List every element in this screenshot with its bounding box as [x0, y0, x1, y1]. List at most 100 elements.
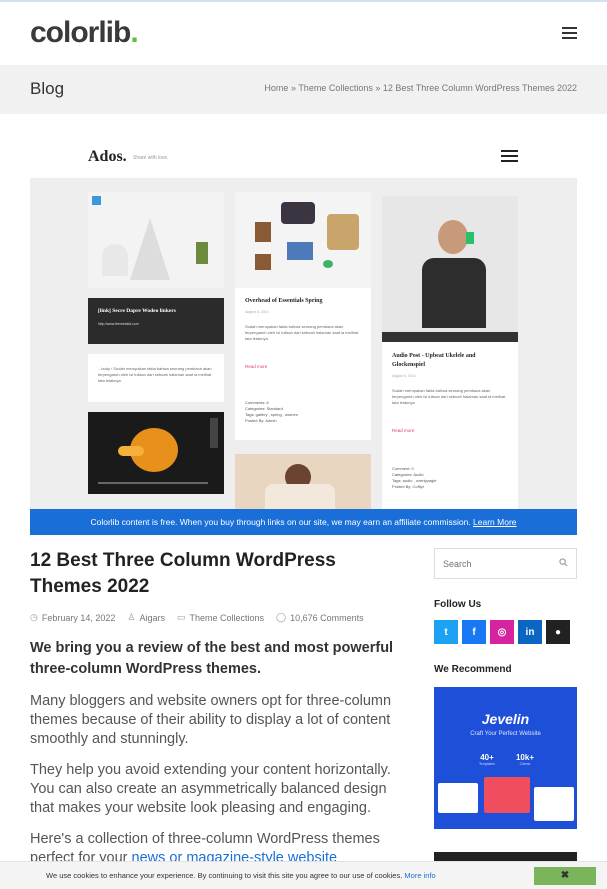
- ad-screenshot: [534, 787, 574, 821]
- page-title: Blog: [30, 79, 65, 98]
- preview-grid: [link] Secre Dapre Wodeo linkers http://…: [30, 178, 577, 509]
- preview-man-head: [438, 220, 468, 254]
- cookie-banner: We use cookies to enhance your experienc…: [0, 861, 607, 889]
- post-author[interactable]: ♙ Aigars: [127, 612, 165, 623]
- more-info-link[interactable]: More info: [404, 871, 435, 880]
- breadcrumb-current: 12 Best Three Column WordPress Themes 20…: [382, 83, 577, 93]
- preview-post2-date: August 6, 2014: [392, 374, 416, 378]
- breadcrumb-separator: »: [375, 83, 381, 93]
- logo-text: colorlib: [30, 16, 131, 49]
- preview-boots: [255, 222, 271, 242]
- article-paragraph-1: Many bloggers and website owners opt for…: [30, 693, 392, 747]
- preview-logo: Ados.: [88, 148, 127, 165]
- preview-bracelet: [323, 260, 333, 268]
- affiliate-disclosure: Colorlib content is free. When you buy t…: [30, 509, 577, 535]
- preview-video-controls: [210, 418, 218, 448]
- preview-splash: [118, 446, 144, 456]
- ad-stat-clients: 10k+ Clients: [515, 753, 535, 766]
- preview-post1-date: August 6, 2014: [245, 310, 269, 314]
- preview-post1-foot: Comments: 6 Categories: Standard Tags: g…: [245, 400, 298, 423]
- preview-quote-card: ...body / Sudah merupakan fakta bahwa se…: [88, 354, 224, 402]
- cookie-close-button[interactable]: ✖: [534, 867, 596, 885]
- search-icon[interactable]: [559, 558, 568, 567]
- post-category[interactable]: ▭ Theme Collections: [177, 612, 264, 623]
- comment-icon: ◯: [276, 612, 287, 622]
- preview-woman-body: [265, 484, 335, 509]
- site-logo[interactable]: colorlib.: [30, 16, 139, 50]
- preview-audio-player: [382, 332, 518, 342]
- preview-boots-2: [255, 254, 271, 270]
- ad-brand: Jevelin: [481, 711, 530, 727]
- post-date: ◷ February 14, 2022: [30, 612, 116, 623]
- preview-badge: [92, 196, 101, 205]
- article-paragraph-2: They help you avoid extending your conte…: [30, 762, 391, 816]
- sidebar: Follow Us t f ◎ in ● We Recommend Jeveli…: [434, 548, 577, 829]
- preview-lamp: [102, 244, 128, 276]
- preview-link-title: [link] Secre Dapre Wodeo linkers: [98, 308, 176, 314]
- preview-basket: [327, 214, 359, 250]
- preview-post1-more: Read more: [245, 364, 268, 369]
- recommend-heading: We Recommend: [434, 664, 512, 675]
- preview-post-card-2: Audio Post - Upbeat Ukelele and Glockens…: [382, 342, 518, 509]
- site-header: colorlib.: [0, 2, 607, 65]
- preview-quote-text: ...body / Sudah merupakan fakta bahwa se…: [98, 366, 212, 383]
- preview-plant: [196, 242, 208, 264]
- preview-letter-image: [88, 192, 224, 288]
- affiliate-text: Colorlib content is free. When you buy t…: [90, 517, 471, 527]
- breadcrumb-home[interactable]: Home: [264, 83, 288, 93]
- recommend-ad[interactable]: Jevelin Craft Your Perfect Website 40+ Te…: [434, 687, 577, 829]
- page-heading-bar: Blog Home » Theme Collections » 12 Best …: [0, 65, 607, 114]
- preview-post2-text: Sudah merupakan fakta bahwa seorang pemb…: [392, 388, 506, 405]
- preview-video-card: [88, 412, 224, 494]
- article-lead: We bring you a review of the best and mo…: [30, 640, 394, 677]
- folder-icon: ▭: [177, 612, 186, 622]
- post-comments[interactable]: ◯ 10,676 Comments: [276, 612, 364, 623]
- facebook-icon[interactable]: f: [462, 620, 486, 644]
- breadcrumb-separator: »: [290, 83, 296, 93]
- hamburger-icon[interactable]: [562, 27, 577, 39]
- github-icon[interactable]: ●: [546, 620, 570, 644]
- preview-music-image: [382, 196, 518, 342]
- instagram-icon[interactable]: ◎: [490, 620, 514, 644]
- breadcrumb: Home » Theme Collections » 12 Best Three…: [264, 83, 577, 93]
- preview-tagline: Share with love.: [133, 155, 169, 161]
- preview-headphones: [466, 232, 474, 244]
- ad-tagline: Craft Your Perfect Website: [470, 731, 541, 737]
- preview-woman-image: [235, 454, 371, 509]
- preview-man-body: [422, 258, 486, 328]
- article: 12 Best Three Column WordPress Themes 20…: [30, 548, 412, 868]
- linkedin-icon[interactable]: in: [518, 620, 542, 644]
- user-icon: ♙: [127, 612, 136, 622]
- breadcrumb-theme-collections[interactable]: Theme Collections: [298, 83, 373, 93]
- logo-dot: .: [130, 16, 138, 49]
- featured-image[interactable]: Ados. Share with love. [link] Secre Dapr…: [30, 134, 577, 509]
- article-meta: ◷ February 14, 2022 ♙ Aigars ▭ Theme Collec…: [30, 612, 412, 623]
- preview-post1-text: Sudah merupakan fakta bahwa seorang pemb…: [245, 324, 359, 341]
- search-box: [434, 548, 577, 579]
- preview-post2-more: Read more: [392, 428, 415, 433]
- clock-icon: ◷: [30, 612, 38, 622]
- preview-post2-title: Audio Post - Upbeat Ukelele and Glockens…: [392, 353, 476, 368]
- preview-top: [281, 202, 315, 224]
- preview-shorts: [287, 242, 313, 260]
- follow-heading: Follow Us: [434, 599, 482, 610]
- ad-screenshot: [484, 777, 530, 813]
- social-links: t f ◎ in ●: [434, 620, 577, 644]
- ad-screenshot: [438, 783, 478, 813]
- preview-link-card: [link] Secre Dapre Wodeo linkers http://…: [88, 298, 224, 344]
- cookie-text: We use cookies to enhance your experienc…: [46, 871, 436, 880]
- preview-video-progress: [98, 482, 208, 484]
- preview-post-card-1: Overhead of Essentials Spring August 6, …: [235, 288, 371, 440]
- preview-menu-icon: [501, 150, 518, 163]
- preview-link-url: http://www.themeskid.com: [98, 322, 139, 326]
- preview-post2-foot: Comment: 0 Categories: Audio Tags: audio…: [392, 466, 437, 489]
- preview-header: Ados. Share with love.: [30, 134, 577, 178]
- search-input[interactable]: [435, 549, 555, 578]
- twitter-icon[interactable]: t: [434, 620, 458, 644]
- article-title: 12 Best Three Column WordPress Themes 20…: [30, 550, 336, 597]
- learn-more-link[interactable]: Learn More: [473, 517, 516, 527]
- preview-letter-a: [130, 218, 170, 280]
- preview-fashion-image: [235, 192, 371, 288]
- preview-post1-title: Overhead of Essentials Spring: [245, 298, 323, 304]
- ad-stat-templates: 40+ Templates: [479, 753, 495, 766]
